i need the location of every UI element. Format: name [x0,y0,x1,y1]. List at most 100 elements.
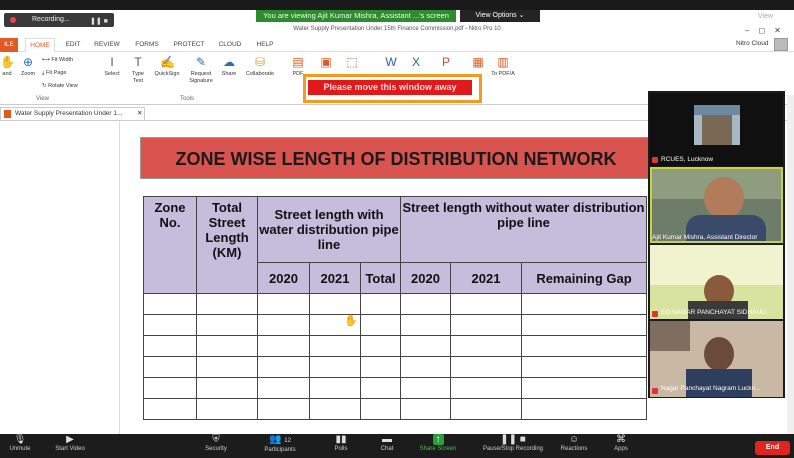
view-options-button[interactable]: View Options ⌄ [460,10,540,22]
create-icon[interactable]: ⬚ [344,55,360,71]
record-dot-icon [10,17,16,23]
muted-mic-icon [652,157,658,163]
to-powerpoint-icon[interactable]: P [438,55,454,71]
fit-page-button[interactable]: ⤓ Fit Page [42,70,66,77]
participant-name: Ajit Kumar Mishra, Assistant Director [652,234,758,241]
header-without-pipeline: Street length without water distribution… [400,196,647,263]
collaborate-button[interactable]: ⛁ Collaborate [242,55,278,78]
video-off-icon: ▶ [66,434,74,445]
to-pdfa-button[interactable]: ▥ To PDF/A [490,55,516,78]
share-screen-icon: ↑ [414,434,462,446]
cloud-share-icon: ☁ [223,55,235,69]
video-tile-eo-sidhauli[interactable] [650,245,783,319]
table-row [143,398,647,420]
distribution-table: Zone No. Total Street Length (KM) Street… [143,196,647,420]
tab-cloud[interactable]: CLOUD [216,38,244,52]
collaborate-icon: ⛁ [254,55,266,69]
table-row [143,356,647,378]
quicksign-button[interactable]: ✍ QuickSign [150,55,184,78]
apps-icon: ⌘ [616,434,626,445]
apps-button[interactable]: ⌘ Apps [606,434,636,452]
chat-icon: ▬ [382,434,392,445]
participants-icon: 👥 12 [269,434,291,445]
subheader-without-2020: 2020 [400,262,451,294]
tab-forms[interactable]: FORMS [133,38,161,52]
subheader-with-total: Total [360,262,401,294]
hand-cursor-icon: ✋ [344,315,358,327]
unmute-button[interactable]: 🎙 Unmute [2,434,38,452]
reactions-button[interactable]: ☺ Reactions [554,434,594,452]
left-pane [0,121,120,434]
polls-icon: ▮▮ [335,434,347,445]
view-menu[interactable]: View [758,13,773,20]
reactions-icon: ☺ [568,434,580,445]
participant-name: RCUES, Lucknow [661,156,714,163]
share-button[interactable]: ☁ Share [218,55,240,78]
to-other-icon[interactable]: ▦ [470,55,486,71]
tab-edit[interactable]: EDIT [62,38,84,52]
avatar[interactable] [774,38,788,51]
document-tab[interactable]: Water Supply Presentation Under 1... ✕ [0,107,145,120]
end-meeting-button[interactable]: End [755,441,790,455]
participant-name: Nagar Panchayat Nagram Luckn... [661,385,761,392]
slide-title: ZONE WISE LENGTH OF DISTRIBUTION NETWORK [140,137,652,179]
chat-button[interactable]: ▬ Chat [372,434,402,452]
pdfa-icon: ▥ [497,55,509,69]
rotate-view-button[interactable]: ↻ Rotate View [42,83,78,90]
video-tile-active-speaker[interactable] [650,167,783,243]
combine-icon[interactable]: ▣ [318,55,334,71]
subheader-with-2020: 2020 [257,262,310,294]
table-row [143,293,647,315]
close-tab-icon[interactable]: ✕ [137,108,142,120]
ribbon-tab-bar: ILE HOME EDIT REVIEW FORMS PROTECT CLOUD… [0,38,794,52]
request-signature-icon: ✎ [195,55,207,69]
start-video-button[interactable]: ▶ Start Video [46,434,94,452]
tab-file[interactable]: ILE [0,38,18,52]
hand-icon: ✋ [0,55,15,69]
group-label-view: View [36,96,49,102]
pdf-icon: ▤ [292,55,304,69]
table-row [143,335,647,357]
speaker-face [704,177,744,219]
muted-mic-icon: 🎙 [13,434,27,445]
request-signature-button[interactable]: ✎ Request Signature [186,55,216,84]
participant-name: EO NAGAR PANCHAYAT SIDHAULI [661,309,767,316]
move-window-message: Please move this window away [308,80,472,95]
subheader-remaining-gap: Remaining Gap [521,262,647,294]
share-screen-button[interactable]: ↑ Share Screen [414,434,462,452]
pdf-file-icon [4,110,11,118]
tab-help[interactable]: HELP [254,38,276,52]
muted-mic-icon [652,388,658,394]
select-button[interactable]: I Select [101,55,123,78]
fit-width-button[interactable]: ⟷ Fit Width [42,57,73,64]
tab-home[interactable]: HOME [25,38,55,52]
shield-icon: ⛨ [212,434,220,445]
to-excel-icon[interactable]: X [408,55,424,71]
type-text-button[interactable]: T Type Text [128,55,148,84]
pause-stop-icon: ❚❚ ■ [500,434,526,445]
zoom-button[interactable]: ⊕ Zoom [18,55,38,78]
participants-button[interactable]: 👥 12 Participants [254,434,306,453]
tab-protect[interactable]: PROTECT [172,38,206,52]
zoom-top-bar [0,0,794,10]
polls-button[interactable]: ▮▮ Polls [326,434,356,452]
text-icon: T [134,55,142,69]
pause-recording-icon[interactable]: ❚❚ ■ [90,17,108,25]
zoom-icon: ⊕ [22,55,34,69]
tab-review[interactable]: REVIEW [92,38,122,52]
window-controls[interactable]: –◻✕ [745,26,790,35]
window-title: Water Supply Presentation Under 15th Fin… [0,22,794,36]
screen: { "zoom": { "viewing_banner": "You are v… [0,0,794,458]
header-total-street-length: Total Street Length (KM) [196,196,258,294]
pause-stop-recording-button[interactable]: ❚❚ ■ Pause/Stop Recording [474,434,552,452]
table-row [143,314,647,336]
to-word-icon[interactable]: W [383,55,399,71]
vertical-scrollbar[interactable] [787,95,794,434]
hand-tool[interactable]: ✋ and [0,55,15,78]
security-button[interactable]: ⛨ Security [196,434,236,452]
cursor-icon: I [110,55,114,69]
viewing-screen-banner: You are viewing Ajit Kumar Mishra, Assis… [256,10,456,22]
nitro-cloud-label[interactable]: Nitro Cloud [736,40,769,47]
header-with-pipeline: Street length with water distribution pi… [257,196,401,263]
subheader-without-2021: 2021 [450,262,522,294]
